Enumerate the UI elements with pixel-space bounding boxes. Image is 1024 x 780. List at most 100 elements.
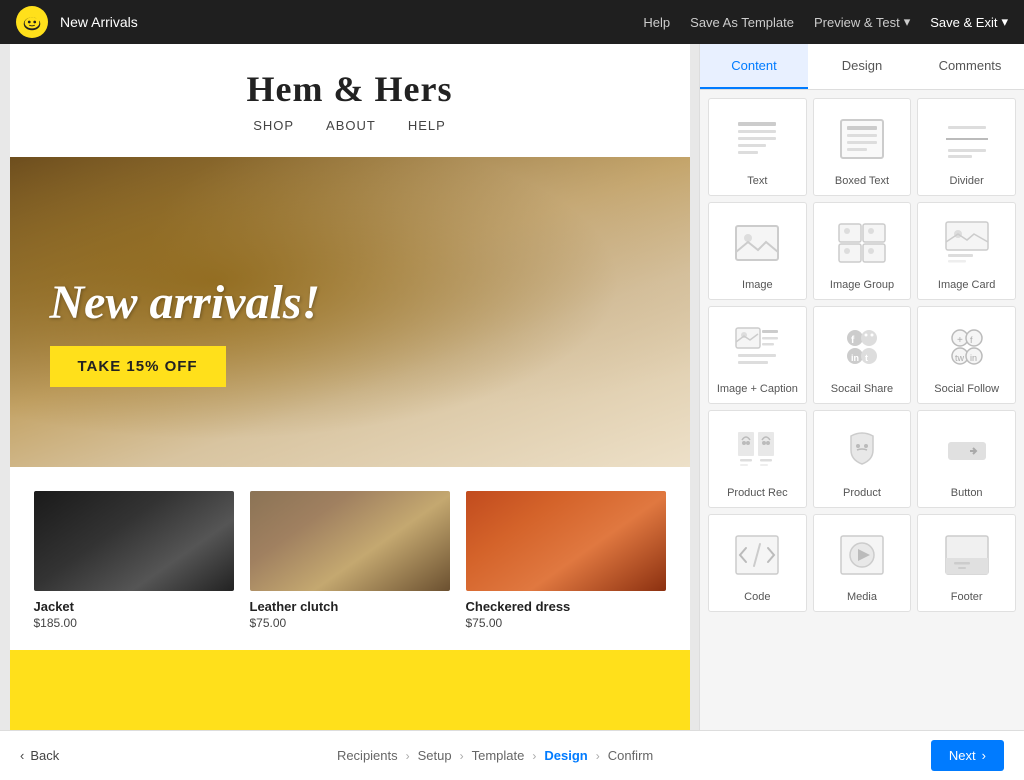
block-divider-label: Divider <box>950 175 984 187</box>
breadcrumb-sep-4: › <box>596 749 600 763</box>
product-price: $185.00 <box>34 616 234 630</box>
product-item: Checkered dress $75.00 <box>466 491 666 630</box>
hero-section: New arrivals! TAKE 15% OFF <box>10 157 690 467</box>
hero-text: New arrivals! TAKE 15% OFF <box>50 277 321 387</box>
tab-comments[interactable]: Comments <box>916 44 1024 89</box>
block-image[interactable]: Image <box>708 202 807 300</box>
product-name: Jacket <box>34 599 234 614</box>
mailchimp-logo <box>16 6 48 38</box>
save-as-template-link[interactable]: Save As Template <box>690 15 794 30</box>
block-footer-label: Footer <box>951 591 983 603</box>
email-wrapper: Hem & Hers SHOP ABOUT HELP New arrivals!… <box>10 44 690 730</box>
breadcrumb-recipients[interactable]: Recipients <box>337 748 398 763</box>
breadcrumb: Recipients › Setup › Template › Design ›… <box>59 748 931 763</box>
block-social-share-label: Socail Share <box>831 383 893 395</box>
chevron-right-icon: › <box>982 748 986 763</box>
tab-design[interactable]: Design <box>808 44 916 89</box>
boxed-text-block-icon <box>832 109 892 169</box>
chevron-left-icon: ‹ <box>20 748 24 763</box>
social-share-block-icon: f in t <box>832 317 892 377</box>
yellow-band <box>10 650 690 730</box>
social-follow-block-icon: + f tw in <box>937 317 997 377</box>
hero-cta: TAKE 15% OFF <box>50 346 321 387</box>
divider-block-icon <box>937 109 997 169</box>
block-footer[interactable]: Footer <box>917 514 1016 612</box>
chevron-down-icon: ▾ <box>904 14 911 30</box>
nav-shop[interactable]: SHOP <box>253 118 294 133</box>
back-label: Back <box>30 748 59 763</box>
block-text[interactable]: Text <box>708 98 807 196</box>
image-group-block-icon <box>832 213 892 273</box>
block-social-follow[interactable]: + f tw in Social Follow <box>917 306 1016 404</box>
block-social-follow-label: Social Follow <box>934 383 999 395</box>
block-image-group[interactable]: Image Group <box>813 202 912 300</box>
block-divider[interactable]: Divider <box>917 98 1016 196</box>
product-price: $75.00 <box>250 616 450 630</box>
block-boxed-text-label: Boxed Text <box>835 175 889 187</box>
bottom-bar: ‹ Back Recipients › Setup › Template › D… <box>0 730 1024 780</box>
block-social-share[interactable]: f in t Socail Share <box>813 306 912 404</box>
block-image-caption-label: Image + Caption <box>717 383 798 395</box>
breadcrumb-sep-1: › <box>406 749 410 763</box>
button-block-icon <box>937 421 997 481</box>
svg-text:in: in <box>851 353 859 363</box>
media-block-icon <box>832 525 892 585</box>
preview-test-link[interactable]: Preview & Test ▾ <box>814 14 910 30</box>
chevron-down-icon: ▾ <box>1001 14 1008 30</box>
block-image-card[interactable]: Image Card <box>917 202 1016 300</box>
block-product-rec-label: Product Rec <box>727 487 788 499</box>
hero-cta-button[interactable]: TAKE 15% OFF <box>50 346 226 387</box>
campaign-title: New Arrivals <box>60 14 643 30</box>
product-block-icon <box>832 421 892 481</box>
blocks-grid: Text Boxed Text <box>700 90 1024 730</box>
block-product-label: Product <box>843 487 881 499</box>
block-code-label: Code <box>744 591 770 603</box>
product-name: Checkered dress <box>466 599 666 614</box>
email-canvas: Hem & Hers SHOP ABOUT HELP New arrivals!… <box>0 44 699 730</box>
breadcrumb-confirm[interactable]: Confirm <box>608 748 654 763</box>
email-header: Hem & Hers SHOP ABOUT HELP <box>10 44 690 157</box>
next-button[interactable]: Next › <box>931 740 1004 771</box>
top-nav-links: Help Save As Template Preview & Test ▾ S… <box>643 14 1008 30</box>
block-product-rec[interactable]: Product Rec <box>708 410 807 508</box>
breadcrumb-sep-3: › <box>532 749 536 763</box>
save-exit-link[interactable]: Save & Exit ▾ <box>930 14 1008 30</box>
text-block-icon <box>727 109 787 169</box>
products-grid: Jacket $185.00 Leather clutch $75.00 Che… <box>34 491 666 630</box>
nav-about[interactable]: ABOUT <box>326 118 376 133</box>
footer-block-icon <box>937 525 997 585</box>
product-rec-block-icon <box>727 421 787 481</box>
nav-help[interactable]: HELP <box>408 118 446 133</box>
block-image-label: Image <box>742 279 773 291</box>
breadcrumb-template[interactable]: Template <box>472 748 525 763</box>
back-button[interactable]: ‹ Back <box>20 748 59 763</box>
product-price: $75.00 <box>466 616 666 630</box>
breadcrumb-design[interactable]: Design <box>544 748 587 763</box>
product-image <box>250 491 450 591</box>
brand-name: Hem & Hers <box>10 68 690 110</box>
tab-content[interactable]: Content <box>700 44 808 89</box>
next-label: Next <box>949 748 976 763</box>
product-item: Jacket $185.00 <box>34 491 234 630</box>
email-navigation: SHOP ABOUT HELP <box>10 110 690 141</box>
product-image <box>34 491 234 591</box>
block-button[interactable]: Button <box>917 410 1016 508</box>
main-area: Hem & Hers SHOP ABOUT HELP New arrivals!… <box>0 44 1024 730</box>
product-image <box>466 491 666 591</box>
block-image-caption[interactable]: Image + Caption <box>708 306 807 404</box>
breadcrumb-sep-2: › <box>460 749 464 763</box>
help-link[interactable]: Help <box>643 15 670 30</box>
block-code[interactable]: Code <box>708 514 807 612</box>
breadcrumb-setup[interactable]: Setup <box>418 748 452 763</box>
svg-text:+: + <box>957 335 963 346</box>
block-text-label: Text <box>747 175 767 187</box>
block-boxed-text[interactable]: Boxed Text <box>813 98 912 196</box>
hero-headline: New arrivals! <box>50 277 321 330</box>
svg-text:t: t <box>865 353 868 363</box>
block-product[interactable]: Product <box>813 410 912 508</box>
image-caption-block-icon <box>727 317 787 377</box>
svg-text:tw: tw <box>955 353 965 363</box>
block-image-group-label: Image Group <box>830 279 894 291</box>
block-media[interactable]: Media <box>813 514 912 612</box>
product-name: Leather clutch <box>250 599 450 614</box>
